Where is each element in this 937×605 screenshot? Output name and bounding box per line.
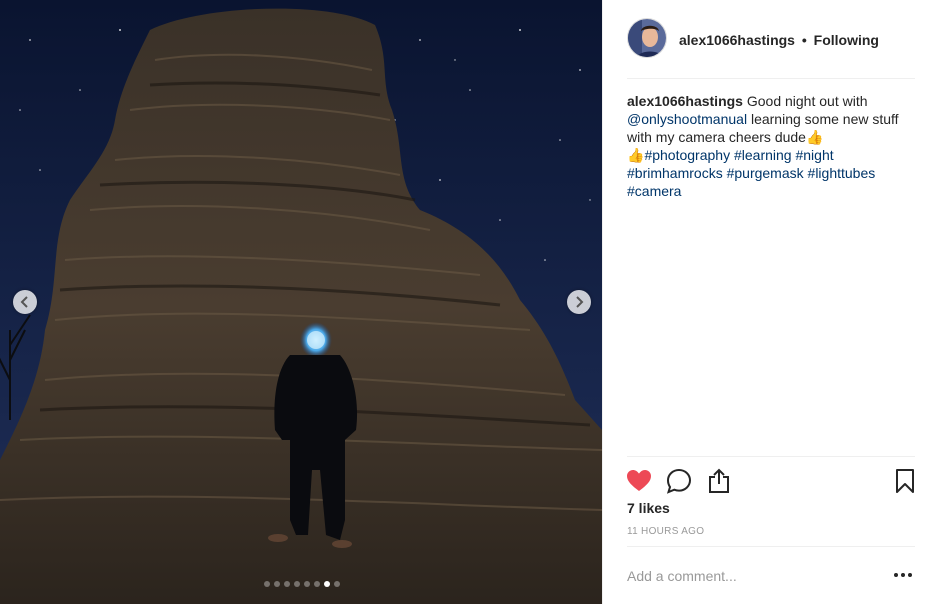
hashtag-link[interactable]: #purgemask xyxy=(727,165,804,181)
post-photo[interactable] xyxy=(0,0,602,604)
bookmark-icon xyxy=(896,469,914,493)
follow-status-button[interactable]: Following xyxy=(814,32,879,48)
more-options-icon xyxy=(908,573,912,577)
carousel-dot xyxy=(304,581,310,587)
post-timestamp[interactable]: 11 HOURS AGO xyxy=(627,526,704,537)
thumbs-up-emoji: 👍 xyxy=(805,129,824,145)
post-actions xyxy=(627,456,915,503)
previous-slide-button[interactable] xyxy=(13,290,37,314)
hashtag-link[interactable]: #learning xyxy=(734,147,792,163)
carousel-dot xyxy=(264,581,270,587)
comment-button[interactable] xyxy=(665,467,693,495)
header-separator: • xyxy=(801,32,807,48)
comment-icon xyxy=(666,468,692,494)
chevron-right-icon xyxy=(576,296,584,308)
carousel-indicator xyxy=(264,581,340,587)
carousel-dot-active xyxy=(324,581,330,587)
share-button[interactable] xyxy=(705,467,733,495)
instagram-post: alex1066hastings • Following alex1066has… xyxy=(0,0,937,604)
carousel-dot xyxy=(314,581,320,587)
more-options-icon xyxy=(894,573,898,577)
heart-icon xyxy=(627,470,651,491)
carousel-dot xyxy=(274,581,280,587)
hashtag-link[interactable]: #lighttubes xyxy=(808,165,876,181)
like-button[interactable] xyxy=(625,467,653,495)
caption-username[interactable]: alex1066hastings xyxy=(627,93,743,109)
avatar[interactable] xyxy=(627,18,667,58)
thumbs-up-emoji: 👍 xyxy=(627,147,645,163)
more-options-icon xyxy=(901,573,905,577)
chevron-left-icon xyxy=(20,296,28,308)
post-header: alex1066hastings • Following xyxy=(627,18,915,79)
post-photo-container xyxy=(0,0,602,604)
post-caption: alex1066hastings Good night out with @on… xyxy=(627,92,915,200)
more-options-button[interactable] xyxy=(891,567,915,583)
hashtag-link[interactable]: #photography xyxy=(644,147,730,163)
header-text: alex1066hastings • Following xyxy=(679,32,879,48)
carousel-dot xyxy=(294,581,300,587)
hashtag-link[interactable]: #brimhamrocks xyxy=(627,165,723,181)
comment-form xyxy=(627,546,915,605)
author-username[interactable]: alex1066hastings xyxy=(679,32,795,48)
share-icon xyxy=(709,468,729,493)
comment-input[interactable] xyxy=(627,566,877,586)
carousel-dot xyxy=(334,581,340,587)
hashtag-link[interactable]: #night xyxy=(795,147,833,163)
caption-mention[interactable]: @onlyshootmanual xyxy=(627,111,747,127)
likes-count[interactable]: 7 likes xyxy=(627,500,670,516)
avatar-image xyxy=(628,19,666,57)
hashtag-link[interactable]: #camera xyxy=(627,183,681,199)
post-sidebar: alex1066hastings • Following alex1066has… xyxy=(602,0,937,604)
next-slide-button[interactable] xyxy=(567,290,591,314)
save-button[interactable] xyxy=(891,467,919,495)
caption-text: Good night out with xyxy=(742,93,868,109)
carousel-dot xyxy=(284,581,290,587)
